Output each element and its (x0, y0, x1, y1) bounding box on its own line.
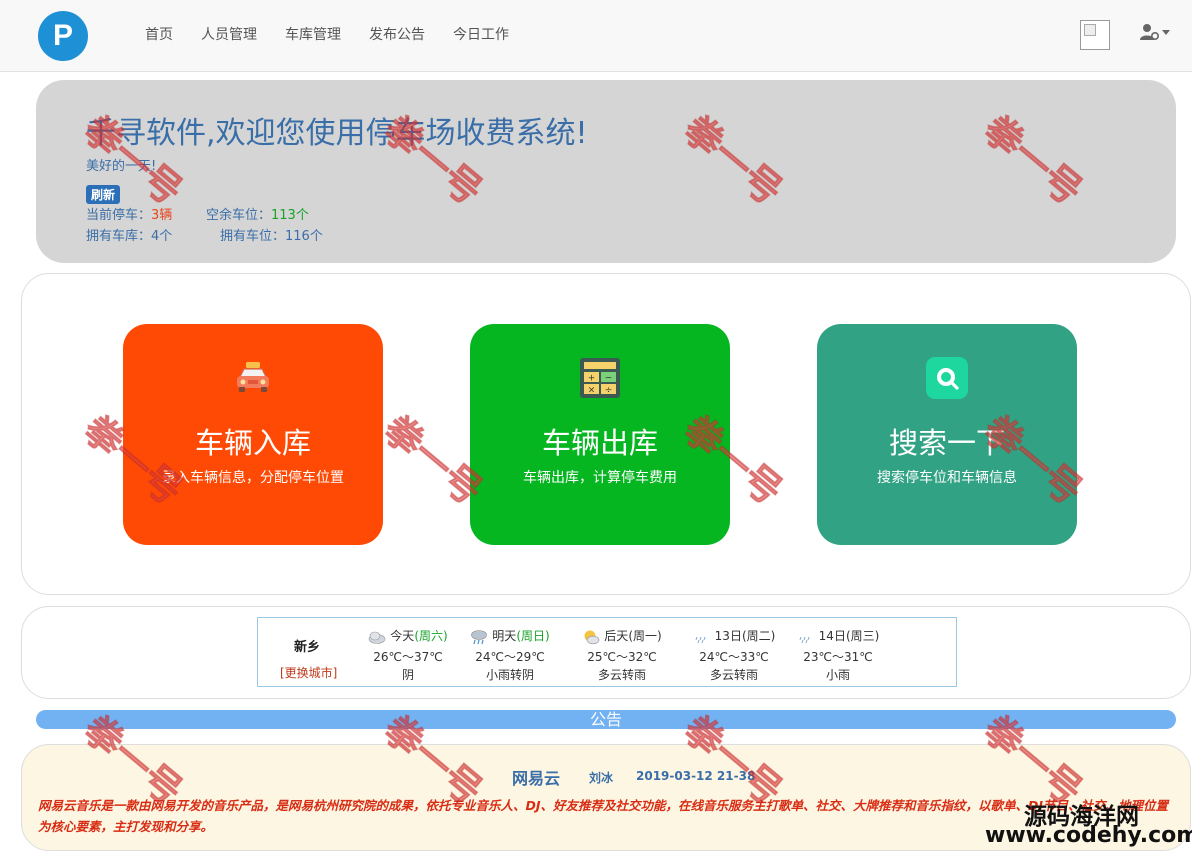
card-description: 录入车辆信息，分配停车位置 (162, 470, 344, 486)
user-menu-dropdown[interactable] (1140, 22, 1170, 44)
stat-label: 拥有车位： (220, 229, 286, 244)
stat-free-spaces: 空余车位：113个 (206, 204, 309, 223)
welcome-banner: 千寻软件,欢迎您使用停车场收费系统! 美好的一天! 刷新 当前停车：3辆 空余车… (36, 80, 1176, 263)
change-city-link[interactable]: [更换城市] (280, 664, 337, 681)
weather-day: 后天(周一) 25℃～32℃ 多云转雨 (566, 626, 678, 684)
rain-icon (471, 629, 488, 644)
card-description: 搜索停车位和车辆信息 (877, 470, 1017, 486)
announcement-date: 2019-03-12 21-38 (636, 769, 756, 783)
nav-garage[interactable]: 车库管理 (271, 24, 355, 46)
weather-day-label: 明天 (492, 629, 517, 643)
nav-publish-notice[interactable]: 发布公告 (355, 24, 439, 46)
stat-label: 当前停车： (86, 208, 152, 223)
broken-image-icon[interactable] (1080, 20, 1110, 50)
weather-temp: 24℃～29℃ (475, 650, 545, 664)
taxi-icon (237, 362, 269, 392)
app-logo[interactable]: P (38, 11, 88, 61)
welcome-title: 千寻软件,欢迎您使用停车场收费系统! (86, 116, 588, 151)
weather-weekday: (周六) (414, 629, 448, 643)
nav-today-work[interactable]: 今日工作 (439, 24, 523, 46)
weather-day-label: 今天 (390, 629, 415, 643)
vehicle-checkin-card[interactable]: 车辆入库 录入车辆信息，分配停车位置 (123, 324, 383, 545)
weather-widget: 新乡 [更换城市] 今天(周六) 26℃～37℃ 阴 明天(周日) 24℃～29… (257, 617, 957, 687)
card-title: 车辆入库 (194, 426, 311, 460)
stat-value: 4个 (151, 229, 173, 244)
weather-temp: 24℃～33℃ (699, 650, 769, 664)
weather-weekday: (周三) (845, 629, 880, 643)
refresh-button[interactable]: 刷新 (86, 185, 121, 204)
svg-text:÷: ÷ (605, 386, 613, 396)
weather-day-label: 14日 (818, 629, 846, 643)
card-title: 车辆出库 (541, 426, 658, 460)
nav-home[interactable]: 首页 (131, 24, 187, 46)
svg-text:+: + (588, 374, 596, 384)
stat-garages: 拥有车库：4个 (86, 225, 172, 244)
svg-text:×: × (588, 386, 596, 396)
stat-spaces: 拥有车位：116个 (220, 225, 323, 244)
top-navbar: P 首页 人员管理 车库管理 发布公告 今日工作 (0, 0, 1192, 72)
announcement-author: 刘冰 (589, 771, 614, 785)
welcome-subtitle: 美好的一天! (86, 159, 157, 174)
weather-desc: 小雨转阴 (485, 668, 534, 682)
card-description: 车辆出库，计算停车费用 (523, 470, 677, 486)
svg-text:−: − (605, 374, 613, 384)
weather-city: 新乡 (294, 640, 321, 655)
weather-temp: 25℃～32℃ (587, 650, 657, 664)
nav-personnel[interactable]: 人员管理 (187, 24, 271, 46)
weather-weekday: (周一) (628, 629, 662, 643)
weather-weekday: (周日) (516, 629, 550, 643)
nav-links: 首页 人员管理 车库管理 发布公告 今日工作 (131, 24, 523, 46)
weather-temp: 23℃～31℃ (803, 650, 873, 664)
partly-cloudy-icon (584, 630, 600, 644)
stat-label: 空余车位： (206, 208, 272, 223)
weather-weekday: (周二) (741, 629, 776, 643)
drizzle-icon (695, 636, 706, 643)
search-card[interactable]: 搜索一下 搜索停车位和车辆信息 (817, 324, 1077, 545)
announcement-header: 公告 (36, 710, 1176, 729)
weather-desc: 多云转雨 (597, 668, 646, 682)
stat-label: 拥有车库： (86, 229, 152, 244)
search-icon (926, 357, 968, 399)
stat-value: 113个 (271, 208, 309, 223)
weather-desc: 阴 (401, 668, 414, 682)
weather-desc: 多云转雨 (709, 668, 758, 682)
weather-day: 13日(周二) 24℃～33℃ 多云转雨 (678, 626, 790, 684)
stat-value: 3辆 (151, 208, 173, 223)
weather-day: 14日(周三) 23℃～31℃ 小雨 (782, 626, 894, 684)
weather-day: 今天(周六) 26℃～37℃ 阴 (352, 626, 464, 684)
user-gear-icon (1140, 24, 1160, 41)
site-watermark-url: www.codehy.com (985, 823, 1192, 848)
chevron-down-icon (1162, 30, 1170, 35)
vehicle-checkout-card[interactable]: + − × ÷ 车辆出库 车辆出库，计算停车费用 (470, 324, 730, 545)
quick-actions-panel: 车辆入库 录入车辆信息，分配停车位置 + − × ÷ 车辆出库 车辆出库，计算停… (21, 273, 1191, 595)
weather-temp: 26℃～37℃ (373, 650, 443, 664)
announcement-title[interactable]: 网易云 (512, 765, 560, 789)
calculator-icon: + − × ÷ (580, 358, 620, 398)
cloudy-icon (368, 631, 386, 644)
drizzle-icon (799, 636, 810, 643)
weather-desc: 小雨 (825, 668, 850, 682)
weather-panel: 新乡 [更换城市] 今天(周六) 26℃～37℃ 阴 明天(周日) 24℃～29… (21, 606, 1191, 699)
stat-current-parked: 当前停车：3辆 (86, 204, 172, 223)
stat-value: 116个 (285, 229, 323, 244)
weather-day-label: 后天 (604, 629, 629, 643)
card-title: 搜索一下 (888, 426, 1005, 460)
weather-day: 明天(周日) 24℃～29℃ 小雨转阴 (454, 626, 566, 684)
weather-day-label: 13日 (714, 629, 742, 643)
